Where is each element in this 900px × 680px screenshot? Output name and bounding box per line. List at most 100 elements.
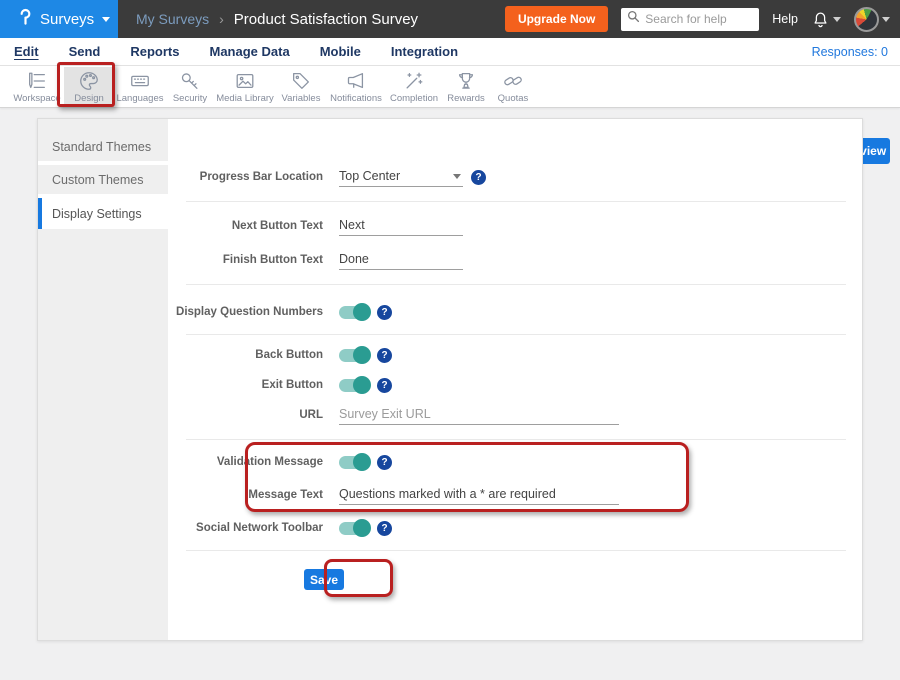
finish-button-text-input[interactable] [339,250,463,270]
search-input[interactable] [645,12,753,26]
upgrade-now-button[interactable]: Upgrade Now [505,6,608,32]
next-button-text-input[interactable] [339,216,463,236]
security-icon [178,70,202,92]
exit-url-label: URL [168,409,323,421]
questionpro-logo-icon [12,6,32,33]
section-divider [186,550,846,551]
brand-label: Surveys [40,11,94,28]
help-icon[interactable] [377,378,392,393]
validation-message-row: Validation Message [168,450,864,474]
toolbar-item-variables[interactable]: Variables [276,67,326,107]
sidebar-item-custom-themes[interactable]: Custom Themes [38,165,168,194]
validation-message-toggle[interactable] [339,456,369,469]
help-icon[interactable] [377,348,392,363]
help-icon[interactable] [377,521,392,536]
exit-button-toggle[interactable] [339,379,369,392]
exit-url-row: URL [168,403,864,427]
toolbar-item-languages[interactable]: Languages [114,67,166,107]
section-divider [186,284,846,285]
nav-item-send[interactable]: Send [69,44,101,59]
chevron-down-icon [102,17,110,22]
next-button-text-label: Next Button Text [168,220,323,232]
breadcrumb-parent[interactable]: My Surveys [136,11,209,27]
exit-url-input[interactable] [339,405,619,425]
display-question-numbers-label: Display Question Numbers [168,306,323,318]
nav-item-mobile[interactable]: Mobile [320,44,361,59]
completion-icon [402,70,426,92]
help-search-box[interactable] [621,8,759,31]
page-title: Product Satisfaction Survey [234,11,418,28]
questionpro-design-settings-screen: Surveys My Surveys › Product Satisfactio… [0,0,900,680]
back-button-row: Back Button [168,343,864,367]
responses-count[interactable]: Responses: 0 [812,45,900,59]
toolbar-item-quotas[interactable]: Quotas [490,67,536,107]
toolbar-item-design[interactable]: Design [64,67,114,107]
edit-toolbar: Workspace Design Languages Security [0,66,900,108]
toolbar-item-security[interactable]: Security [166,67,214,107]
avatar [854,7,879,32]
help-icon[interactable] [471,170,486,185]
back-button-label: Back Button [168,349,323,361]
brand-menu[interactable]: Surveys [0,0,118,38]
display-settings-form: Progress Bar Location Top Center Next Bu… [168,119,864,640]
nav-item-reports[interactable]: Reports [130,44,179,59]
chevron-down-icon [453,174,461,179]
section-divider [186,439,846,440]
toolbar-item-media-library[interactable]: Media Library [214,67,276,107]
finish-button-text-label: Finish Button Text [168,254,323,266]
display-settings-panel: Standard Themes Custom Themes Display Se… [37,118,863,641]
toolbar-item-rewards[interactable]: Rewards [442,67,490,107]
display-question-numbers-row: Display Question Numbers [168,300,864,324]
design-icon [77,70,101,92]
chevron-down-icon [882,17,890,22]
breadcrumb: My Surveys › Product Satisfaction Survey [136,11,418,28]
sidebar-item-standard-themes[interactable]: Standard Themes [38,132,168,161]
chevron-down-icon [833,17,841,22]
workspace-icon [25,70,49,92]
sidebar-item-display-settings[interactable]: Display Settings [38,198,168,229]
survey-nav-bar: Edit Send Reports Manage Data Mobile Int… [0,38,900,66]
media-library-icon [233,70,257,92]
help-icon[interactable] [377,305,392,320]
message-text-row: Message Text [168,483,864,507]
breadcrumb-separator-icon: › [219,11,224,27]
notifications-bell-menu[interactable] [811,10,841,29]
nav-item-manage-data[interactable]: Manage Data [209,44,289,59]
nav-item-edit[interactable]: Edit [14,44,39,59]
search-icon [627,10,640,28]
languages-icon [128,70,152,92]
toolbar-item-notifications[interactable]: Notifications [326,67,386,107]
social-network-toolbar-row: Social Network Toolbar [168,516,864,540]
social-network-toolbar-label: Social Network Toolbar [168,522,323,534]
section-divider [186,334,846,335]
top-header: Surveys My Surveys › Product Satisfactio… [0,0,900,38]
help-icon[interactable] [377,455,392,470]
notifications-icon [344,70,368,92]
progress-bar-location-select[interactable]: Top Center [339,167,463,187]
account-menu[interactable] [854,7,890,32]
next-button-text-row: Next Button Text [168,214,864,238]
social-network-toolbar-toggle[interactable] [339,522,369,535]
nav-links: Edit Send Reports Manage Data Mobile Int… [0,44,458,59]
progress-bar-location-label: Progress Bar Location [168,171,323,183]
toolbar-item-workspace[interactable]: Workspace [10,67,64,107]
validation-message-label: Validation Message [168,456,323,468]
exit-button-row: Exit Button [168,373,864,397]
variables-icon [289,70,313,92]
bell-icon [811,10,830,29]
finish-button-text-row: Finish Button Text [168,248,864,272]
message-text-label: Message Text [168,489,323,501]
display-question-numbers-toggle[interactable] [339,306,369,319]
exit-button-label: Exit Button [168,379,323,391]
message-text-input[interactable] [339,485,619,505]
nav-item-integration[interactable]: Integration [391,44,458,59]
back-button-toggle[interactable] [339,349,369,362]
help-link[interactable]: Help [772,12,798,26]
section-divider [186,201,846,202]
header-actions: Upgrade Now Help [505,6,900,32]
rewards-icon [454,70,478,92]
toolbar-item-completion[interactable]: Completion [386,67,442,107]
quotas-icon [501,70,525,92]
save-button[interactable]: Save [304,569,344,590]
progress-bar-location-row: Progress Bar Location Top Center [168,165,864,189]
